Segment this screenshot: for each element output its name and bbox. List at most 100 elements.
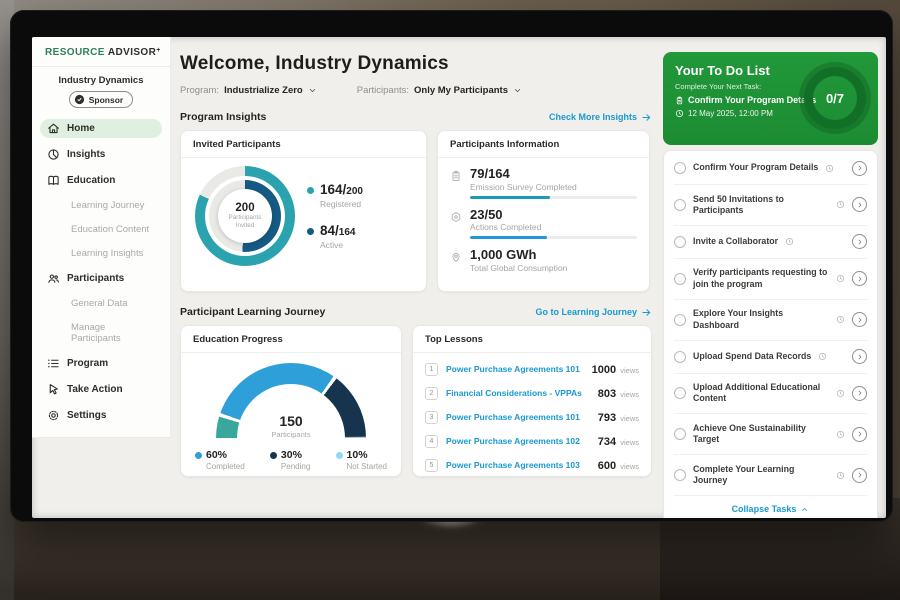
gauge-center-label: Participants (216, 430, 366, 439)
todo-task-verify-participants-requesting-to-join-the-program[interactable]: Verify participants requesting to join t… (674, 258, 867, 299)
logo-plus: + (156, 47, 161, 54)
sponsor-icon (74, 94, 85, 105)
task-checkbox[interactable] (674, 428, 686, 440)
organization-name: Industry Dynamics (32, 75, 170, 86)
participants-filter-dropdown[interactable]: Participants: Only My Participants (357, 85, 522, 96)
todo-task-explore-your-insights-dashboard[interactable]: Explore Your Insights Dashboard (674, 299, 867, 340)
task-open-button[interactable] (852, 468, 867, 483)
todo-task-confirm-your-program-details[interactable]: Confirm Your Program Details (674, 152, 867, 184)
sidebar-item-home[interactable]: Home (40, 119, 162, 138)
top-lessons-card: Top Lessons 1 Power Purchase Agreements … (412, 325, 652, 477)
todo-progress-value: 0/7 (826, 91, 844, 106)
todo-panel: Your To Do List Complete Your Next Task:… (663, 52, 878, 145)
legend-dot (307, 228, 314, 235)
sidebar-item-insights[interactable]: Insights (40, 145, 162, 164)
task-checkbox[interactable] (674, 273, 686, 285)
sidebar-item-learning-journey[interactable]: Learning Journey (40, 197, 162, 214)
task-checkbox[interactable] (674, 387, 686, 399)
task-checkbox[interactable] (674, 351, 686, 363)
todo-task-send-50-invitations-to-participants[interactable]: Send 50 Invitations to Participants (674, 184, 867, 225)
lesson-link[interactable]: Power Purchase Agreements 102 (446, 436, 590, 446)
gauge-center-value: 150 (216, 414, 366, 428)
legend-dot (195, 452, 202, 459)
lesson-link[interactable]: Power Purchase Agreements 101 (446, 412, 590, 422)
task-open-button[interactable] (852, 427, 867, 442)
task-checkbox[interactable] (674, 236, 686, 248)
donut-center: 200 Participants Invited (218, 189, 272, 243)
todo-task-complete-your-learning-journey[interactable]: Complete Your Learning Journey (674, 454, 867, 495)
participant-stat-row: 1,000 GWh Total Global Consumption (450, 248, 637, 273)
top-lessons-title: Top Lessons (413, 326, 651, 353)
todo-progress-ring: 0/7 (804, 67, 866, 129)
donut-legend: 164/200 Registered 84/164 Active (307, 183, 363, 250)
collapse-tasks-link[interactable]: Collapse Tasks (674, 495, 867, 518)
clock-icon (836, 274, 845, 283)
sidebar-item-program[interactable]: Program (40, 354, 162, 373)
lesson-rank-badge: 1 (425, 363, 438, 376)
task-open-button[interactable] (852, 161, 867, 176)
sidebar-item-education[interactable]: Education (40, 171, 162, 190)
sidebar-item-manage-participants[interactable]: Manage Participants (40, 319, 162, 347)
task-checkbox[interactable] (674, 314, 686, 326)
donut-legend-item: 84/164 Active (307, 224, 363, 250)
check-more-insights-link[interactable]: Check More Insights (549, 112, 652, 123)
lesson-rank-badge: 5 (425, 459, 438, 472)
task-open-button[interactable] (852, 386, 867, 401)
sidebar-item-learning-insights[interactable]: Learning Insights (40, 245, 162, 262)
task-checkbox[interactable] (674, 469, 686, 481)
program-filter-value: Industrialize Zero (224, 85, 303, 96)
clock-icon (818, 352, 827, 361)
lesson-link[interactable]: Power Purchase Agreements 101 (446, 364, 584, 374)
gauge-legend: 60% Completed 30% Pending 10% Not Starte… (181, 449, 401, 471)
clock-icon (785, 237, 794, 246)
clock-icon (825, 164, 834, 173)
stat-progress-bar (470, 236, 637, 239)
lesson-link[interactable]: Power Purchase Agreements 103 (446, 460, 590, 470)
task-open-button[interactable] (852, 271, 867, 286)
go-to-learning-journey-link[interactable]: Go to Learning Journey (535, 307, 652, 318)
lesson-row: 4 Power Purchase Agreements 102 734 view… (425, 429, 639, 453)
lesson-link[interactable]: Financial Considerations - VPPAs (446, 388, 590, 398)
participants-filter-value: Only My Participants (414, 85, 508, 96)
sidebar-item-general-data[interactable]: General Data (40, 295, 162, 312)
stat-label: Emission Survey Completed (470, 182, 637, 192)
task-open-button[interactable] (852, 197, 867, 212)
page-title: Welcome, Industry Dynamics (180, 53, 652, 75)
settings-icon (47, 409, 60, 422)
clock-icon (836, 430, 845, 439)
sidebar-item-education-content[interactable]: Education Content (40, 221, 162, 238)
task-checkbox[interactable] (674, 199, 686, 211)
clock-icon (836, 389, 845, 398)
logo-primary: RESOURCE (45, 47, 105, 58)
legend-dot (270, 452, 277, 459)
lesson-views: 734 views (598, 432, 639, 450)
task-checkbox[interactable] (674, 162, 686, 174)
todo-datetime: 12 May 2025, 12:00 PM (688, 109, 773, 118)
participants-icon (47, 272, 60, 285)
home-icon (47, 122, 60, 135)
program-insights-header: Program Insights Check More Insights (180, 111, 652, 123)
program-filter-label: Program: (180, 85, 219, 96)
arrow-right-icon (641, 307, 652, 318)
lesson-row: 3 Power Purchase Agreements 101 793 view… (425, 405, 639, 429)
sidebar-item-participants[interactable]: Participants (40, 269, 162, 288)
todo-task-achieve-one-sustainability-target[interactable]: Achieve One Sustainability Target (674, 413, 867, 454)
dashboard-screen: RESOURCEADVISOR+ Industry Dynamics Spons… (32, 37, 886, 518)
todo-task-upload-additional-educational-content[interactable]: Upload Additional Educational Content (674, 373, 867, 414)
stat-value: 1,000 GWh (470, 248, 637, 262)
monitor-bezel: RESOURCEADVISOR+ Industry Dynamics Spons… (10, 10, 893, 522)
clock-icon (675, 109, 684, 118)
sidebar-item-take-action[interactable]: Take Action (40, 380, 162, 399)
program-filter-dropdown[interactable]: Program: Industrialize Zero (180, 85, 317, 96)
task-open-button[interactable] (852, 349, 867, 364)
chevron-up-icon (800, 505, 809, 514)
task-open-button[interactable] (852, 312, 867, 327)
todo-task-invite-a-collaborator[interactable]: Invite a Collaborator (674, 225, 867, 258)
sidebar-item-settings[interactable]: Settings (40, 406, 162, 425)
lesson-row: 1 Power Purchase Agreements 101 1000 vie… (425, 357, 639, 381)
todo-task-upload-spend-data-records[interactable]: Upload Spend Data Records (674, 340, 867, 373)
donut-legend-item: 164/200 Registered (307, 183, 363, 209)
lesson-views: 803 views (598, 384, 639, 402)
task-open-button[interactable] (852, 234, 867, 249)
survey-icon (450, 170, 462, 182)
